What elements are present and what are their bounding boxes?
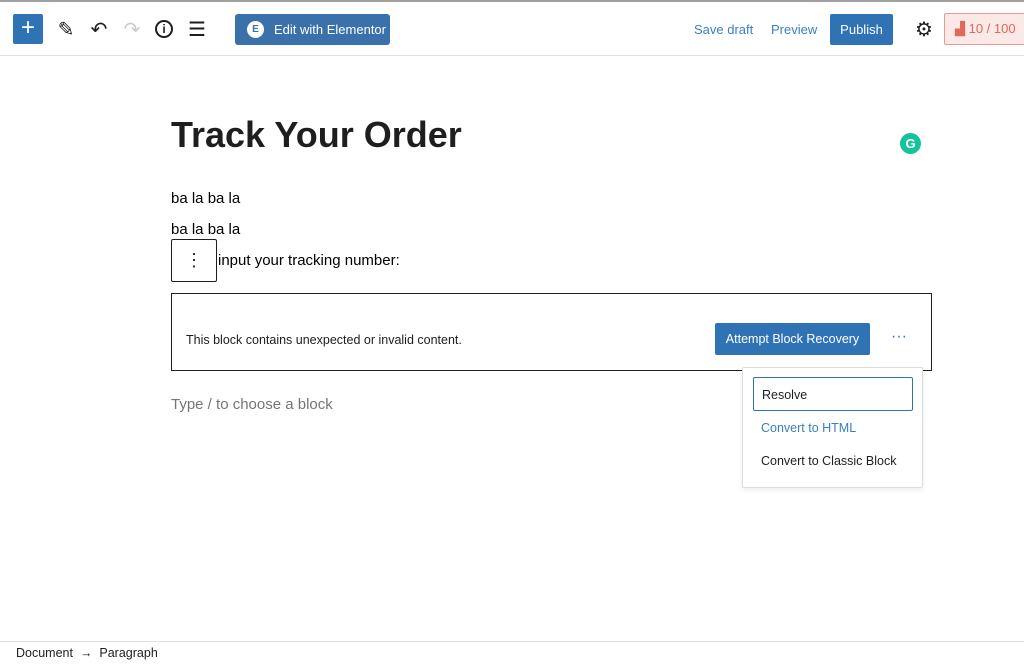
seo-score-button[interactable]: ▟ 10 / 100 xyxy=(944,13,1024,45)
editor-toolbar: + ✎ ↶ ↷ i ☰ E Edit with Elementor Save dr… xyxy=(0,0,1024,56)
elementor-icon: E xyxy=(247,21,264,38)
list-view-icon[interactable]: ☰ xyxy=(185,17,209,41)
more-options-icon[interactable]: ··· xyxy=(891,328,907,346)
attempt-block-recovery-button[interactable]: Attempt Block Recovery xyxy=(715,323,870,355)
info-icon[interactable]: i xyxy=(152,17,176,41)
gear-icon[interactable]: ⚙ xyxy=(912,17,936,41)
block-options-menu: Resolve Convert to HTML Convert to Class… xyxy=(742,367,923,488)
arrow-right-icon: → xyxy=(76,646,100,660)
post-title[interactable]: Track Your Order xyxy=(171,114,462,156)
breadcrumb-document[interactable]: Document xyxy=(16,646,73,660)
tracking-label[interactable]: input your tracking number: xyxy=(218,252,400,269)
breadcrumb-paragraph[interactable]: Paragraph xyxy=(99,646,157,660)
undo-icon[interactable]: ↶ xyxy=(87,17,111,41)
block-options-button[interactable]: ⋮ xyxy=(171,239,217,282)
breadcrumb: Document → Paragraph xyxy=(0,641,1024,660)
block-placeholder[interactable]: Type / to choose a block xyxy=(171,396,333,413)
grammarly-icon[interactable]: G xyxy=(900,133,921,154)
edit-with-elementor-label: Edit with Elementor xyxy=(274,22,386,37)
publish-button[interactable]: Publish xyxy=(830,14,893,45)
menu-item-resolve[interactable]: Resolve xyxy=(753,377,913,411)
chart-icon: ▟ xyxy=(955,21,969,36)
preview-button[interactable]: Preview xyxy=(771,22,817,37)
redo-icon[interactable]: ↷ xyxy=(120,17,144,41)
paragraph-block[interactable]: ba la ba la xyxy=(171,190,240,207)
seo-score: 10 / 100 xyxy=(968,21,1016,36)
menu-item-convert-html[interactable]: Convert to HTML xyxy=(753,411,913,445)
paragraph-block[interactable]: ba la ba la xyxy=(171,221,240,238)
edit-with-elementor-button[interactable]: E Edit with Elementor xyxy=(235,14,390,45)
pencil-icon[interactable]: ✎ xyxy=(54,17,78,41)
save-draft-button[interactable]: Save draft xyxy=(694,22,753,37)
menu-item-convert-classic[interactable]: Convert to Classic Block xyxy=(753,444,913,478)
invalid-message: This block contains unexpected or invali… xyxy=(186,333,462,347)
add-block-button[interactable]: + xyxy=(13,14,43,44)
